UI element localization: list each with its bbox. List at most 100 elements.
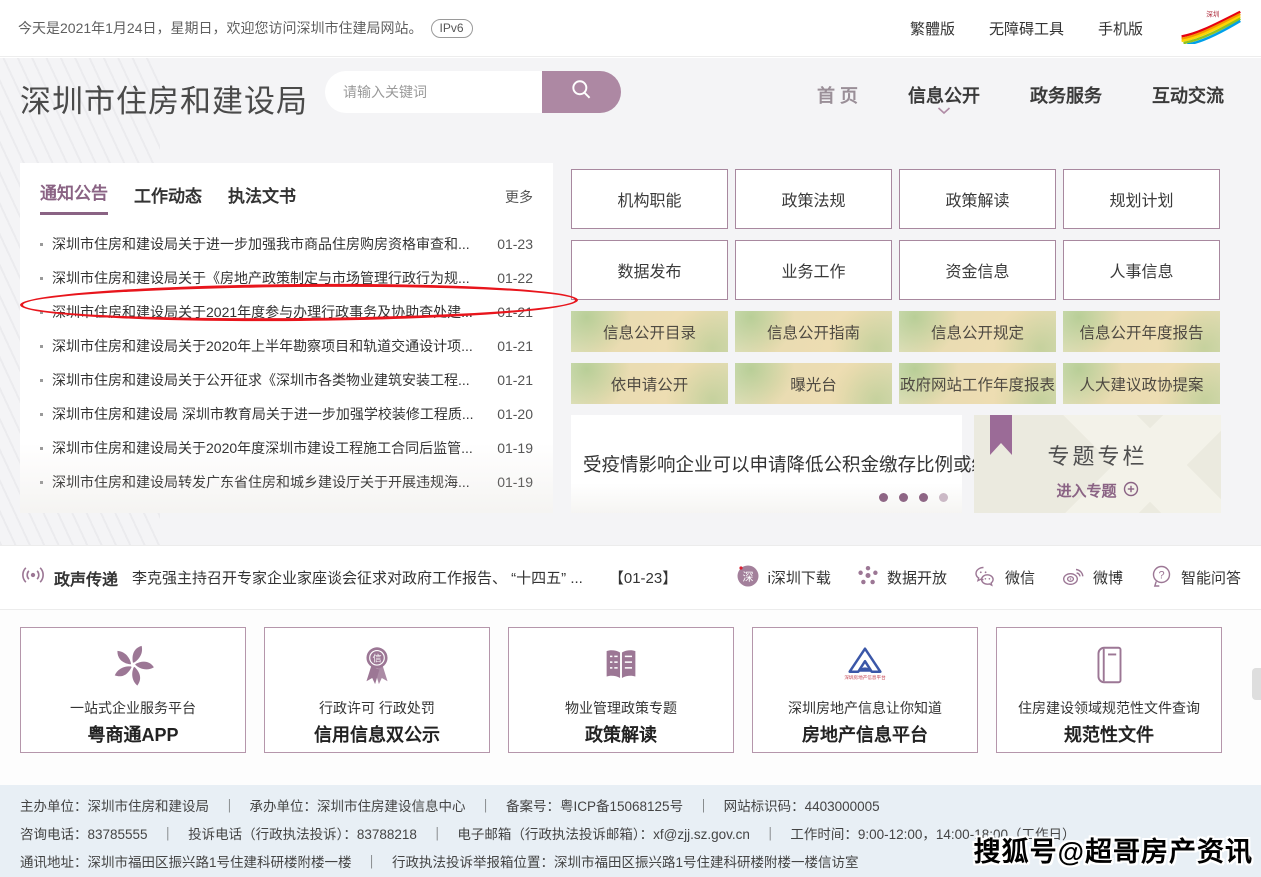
card-title: 粤商通APP xyxy=(21,721,245,747)
card-realestate-platform[interactable]: 深圳房地产信息平台 深圳房地产信息让你知道 房地产信息平台 xyxy=(752,627,978,753)
news-title: 深圳市住房和建设局转发广东省住房和城乡建设厅关于开展违规海... xyxy=(52,472,485,492)
bullet-icon xyxy=(40,447,43,450)
quicklink-policies[interactable]: 政策法规 xyxy=(735,169,892,229)
card-policy-interpretation[interactable]: 物业管理政策专题 政策解读 xyxy=(508,627,734,753)
mobile-version-link[interactable]: 手机版 xyxy=(1098,18,1143,39)
weibo-icon xyxy=(1060,563,1086,593)
list-item[interactable]: 深圳市住房和建设局转发广东省住房和城乡建设厅关于开展违规海... 01-19 xyxy=(40,465,533,499)
carousel-dot[interactable] xyxy=(939,493,948,502)
quicklink-website-annual-report[interactable]: 政府网站工作年度报表 xyxy=(899,363,1056,404)
floating-widget-handle[interactable] xyxy=(1252,668,1261,700)
weibo-link[interactable]: 微博 xyxy=(1060,563,1123,593)
nav-home[interactable]: 首 页 xyxy=(817,82,858,108)
carousel-dot[interactable] xyxy=(899,493,908,502)
quicklink-disclosure-guide[interactable]: 信息公开指南 xyxy=(735,311,892,352)
quicklink-disclosure-by-request[interactable]: 依申请公开 xyxy=(571,363,728,404)
carousel-dot[interactable] xyxy=(919,493,928,502)
svg-text:深圳: 深圳 xyxy=(1206,9,1220,18)
card-subtitle: 住房建设领域规范性文件查询 xyxy=(997,698,1221,718)
bullet-icon xyxy=(40,379,43,382)
tab-notices[interactable]: 通知公告 xyxy=(40,179,108,215)
news-title: 深圳市住房和建设局关于2020年度深圳市建设工程施工合同后监管... xyxy=(52,438,485,458)
open-data-label: 数据开放 xyxy=(887,567,947,588)
news-title: 深圳市住房和建设局关于2021年度参与办理行政事务及协助查处建... xyxy=(52,302,485,322)
nav-info-disclosure[interactable]: 信息公开 xyxy=(908,82,980,108)
nav-gov-services[interactable]: 政务服务 xyxy=(1030,82,1102,108)
card-yueshangtong-app[interactable]: 一站式企业服务平台 粤商通APP xyxy=(20,627,246,753)
list-item[interactable]: 深圳市住房和建设局关于进一步加强我市商品住房购房资格审查和... 01-23 xyxy=(40,227,533,261)
shenzhen-city-logo: 深圳 xyxy=(1177,8,1243,49)
enter-topics-label: 进入专题 xyxy=(1056,480,1116,501)
svg-text:?: ? xyxy=(1158,569,1164,581)
service-cards-section: 一站式企业服务平台 粤商通APP 信 行政许可 行政处罚 信用信息双公示 xyxy=(0,610,1261,785)
quicklink-plans[interactable]: 规划计划 xyxy=(1063,169,1220,229)
quicklink-npc-cppcc-proposals[interactable]: 人大建议政协提案 xyxy=(1063,363,1220,404)
pinwheel-flower-icon xyxy=(21,640,245,690)
news-date: 01-19 xyxy=(497,474,533,490)
svg-text:深圳房地产信息平台: 深圳房地产信息平台 xyxy=(844,674,886,681)
quicklink-business-work[interactable]: 业务工作 xyxy=(735,240,892,300)
list-item[interactable]: 深圳市住房和建设局关于2020年上半年勘察项目和轨道交通设计项... 01-21 xyxy=(40,329,533,363)
open-book-icon xyxy=(509,640,733,690)
topbar-links: 繁體版 无障碍工具 手机版 深圳 xyxy=(910,8,1243,49)
service-cards: 一站式企业服务平台 粤商通APP 信 行政许可 行政处罚 信用信息双公示 xyxy=(20,627,1222,753)
news-title: 深圳市住房和建设局关于2020年上半年勘察项目和轨道交通设计项... xyxy=(52,336,485,356)
news-title: 深圳市住房和建设局关于《房地产政策制定与市场管理行政行为规... xyxy=(52,268,485,288)
news-date: 01-23 xyxy=(497,236,533,252)
traditional-chinese-link[interactable]: 繁體版 xyxy=(910,18,955,39)
ticker-headline[interactable]: 李克强主持召开专家企业家座谈会征求对政府工作报告、 “十四五” ... xyxy=(132,567,583,588)
accessibility-tools-link[interactable]: 无障碍工具 xyxy=(989,18,1064,39)
quicklink-disclosure-rules[interactable]: 信息公开规定 xyxy=(899,311,1056,352)
carousel-dot[interactable] xyxy=(879,493,888,502)
special-topics-title: 专题专栏 xyxy=(974,439,1221,471)
nav-interaction[interactable]: 互动交流 xyxy=(1152,82,1224,108)
realestate-logo-icon: 深圳房地产信息平台 xyxy=(753,640,977,690)
list-item[interactable]: 深圳市住房和建设局关于2020年度深圳市建设工程施工合同后监管... 01-19 xyxy=(40,431,533,465)
search-icon xyxy=(569,78,595,107)
quicklink-policy-interpretation[interactable]: 政策解读 xyxy=(899,169,1056,229)
page-title: 深圳市住房和建设局 xyxy=(20,76,308,121)
card-credit-disclosure[interactable]: 信 行政许可 行政处罚 信用信息双公示 xyxy=(264,627,490,753)
banner-headline[interactable]: 受疫情影响企业可以申请降低公积金缴存比例或缓缴 xyxy=(583,451,1009,477)
ishenzhen-icon: 深 xyxy=(735,563,761,593)
card-title: 规范性文件 xyxy=(997,721,1221,747)
quicklink-personnel-info[interactable]: 人事信息 xyxy=(1063,240,1220,300)
special-topics-panel[interactable]: 专题专栏 进入专题 xyxy=(974,415,1221,513)
tab-enforcement-docs[interactable]: 执法文书 xyxy=(228,182,296,215)
quicklink-annual-report[interactable]: 信息公开年度报告 xyxy=(1063,311,1220,352)
bullet-icon xyxy=(40,243,43,246)
more-link[interactable]: 更多 xyxy=(505,187,533,215)
card-title: 信用信息双公示 xyxy=(265,721,489,747)
open-data-link[interactable]: 数据开放 xyxy=(856,564,947,592)
list-item[interactable]: 深圳市住房和建设局关于公开征求《深圳市各类物业建筑安装工程... 01-21 xyxy=(40,363,533,397)
closed-book-icon xyxy=(997,640,1221,690)
list-item[interactable]: 深圳市住房和建设局关于《房地产政策制定与市场管理行政行为规... 01-22 xyxy=(40,261,533,295)
wechat-link[interactable]: 微信 xyxy=(972,563,1035,593)
carousel-banner[interactable]: 受疫情影响企业可以申请降低公积金缴存比例或缓缴 xyxy=(571,415,962,513)
search-input[interactable] xyxy=(325,71,542,113)
bullet-icon xyxy=(40,345,43,348)
quicklink-disclosure-catalog[interactable]: 信息公开目录 xyxy=(571,311,728,352)
quicklink-funds-info[interactable]: 资金信息 xyxy=(899,240,1056,300)
search-bar xyxy=(325,71,621,113)
main-section: 深圳市住房和建设局 首 页 信息公开 政务服 xyxy=(0,58,1261,545)
tab-work-updates[interactable]: 工作动态 xyxy=(134,182,202,215)
quicklink-org-functions[interactable]: 机构职能 xyxy=(571,169,728,229)
nav-info-disclosure-label: 信息公开 xyxy=(908,86,980,106)
card-normative-documents[interactable]: 住房建设领域规范性文件查询 规范性文件 xyxy=(996,627,1222,753)
sohu-watermark: 搜狐号@超哥房产资讯 xyxy=(974,830,1253,869)
question-head-icon: ? xyxy=(1148,563,1174,593)
search-button[interactable] xyxy=(542,71,621,113)
list-item[interactable]: 深圳市住房和建设局 深圳市教育局关于进一步加强学校装修工程质... 01-20 xyxy=(40,397,533,431)
quicklink-exposure-platform[interactable]: 曝光台 xyxy=(735,363,892,404)
list-item[interactable]: 深圳市住房和建设局关于2021年度参与办理行政事务及协助查处建... 01-21 xyxy=(40,295,533,329)
news-list: 深圳市住房和建设局关于进一步加强我市商品住房购房资格审查和... 01-23 深… xyxy=(40,227,533,499)
data-cluster-icon xyxy=(856,564,880,592)
enter-topics-link[interactable]: 进入专题 xyxy=(1056,480,1138,501)
wechat-icon xyxy=(972,563,998,593)
ipv6-badge[interactable]: IPv6 xyxy=(431,19,473,38)
smart-qa-link[interactable]: ? 智能问答 xyxy=(1148,563,1241,593)
ticker-date: 【01-23】 xyxy=(609,567,677,588)
ishenzhen-download-link[interactable]: 深 i深圳下载 xyxy=(735,563,831,593)
quicklink-data-release[interactable]: 数据发布 xyxy=(571,240,728,300)
